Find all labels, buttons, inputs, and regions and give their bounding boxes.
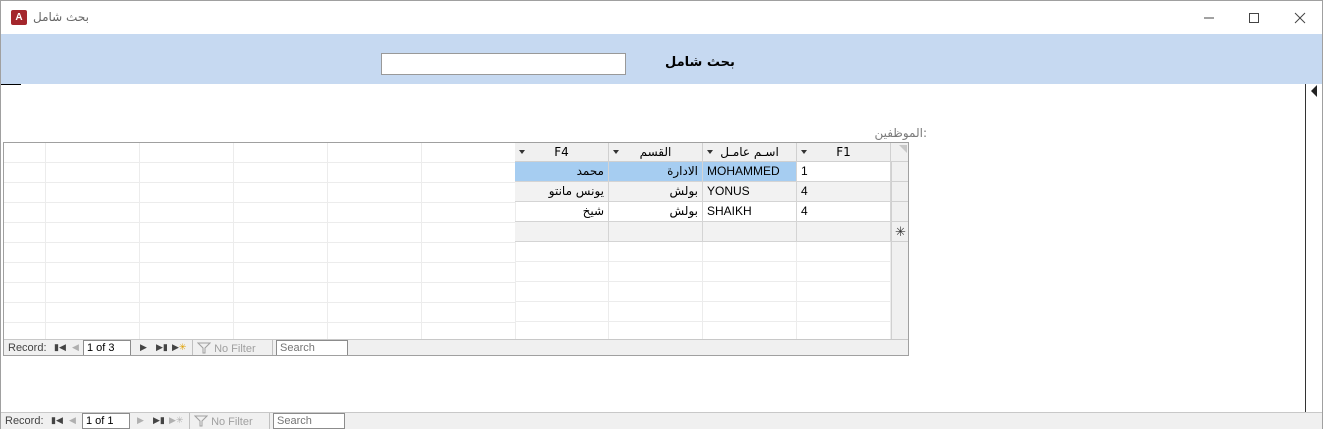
new-record-cell[interactable] [609, 222, 703, 242]
cell-employee-name[interactable]: YONUS [703, 182, 797, 202]
main-search-input[interactable] [273, 413, 345, 429]
next-record-icon[interactable]: ▶ [140, 342, 147, 353]
cell-department[interactable]: بولش [609, 182, 703, 202]
grid-line [421, 143, 422, 339]
record-label: Record: [8, 342, 47, 354]
main-record-navigation: Record: ▮◀ ◀ ▶ ▶▮ ▶✳ No Filter [1, 412, 1322, 429]
close-button[interactable] [1277, 1, 1323, 34]
column-header-f4[interactable]: F4 [515, 143, 609, 162]
grid-line [45, 143, 46, 339]
new-record-cell[interactable] [515, 222, 609, 242]
employees-subform: F1 اسـم عامـل القسم F4 1 MOHAMMED الادار… [3, 142, 909, 356]
header-divider [1, 84, 21, 85]
row-selector-column [891, 242, 908, 339]
filter-icon [193, 415, 209, 427]
cell-department[interactable]: الادارة [609, 162, 703, 182]
app-window: A بحث شامل بحث شامل الموظفين: F1 اسـم عا… [0, 0, 1323, 429]
new-record-icon[interactable]: ✳ [891, 222, 908, 242]
no-filter-label: No Filter [214, 343, 256, 355]
record-position-input[interactable] [82, 413, 130, 429]
nav-separator [269, 413, 270, 429]
cell-f1[interactable]: 1 [797, 162, 891, 182]
cell-f1[interactable]: 4 [797, 182, 891, 202]
column-header-label: F4 [554, 145, 569, 159]
maximize-icon [1249, 12, 1259, 23]
access-app-icon[interactable]: A [11, 10, 27, 25]
grid-line [4, 162, 516, 163]
subform-search-input[interactable] [276, 340, 348, 355]
no-filter-button[interactable]: No Filter [196, 342, 256, 355]
grid-line [4, 282, 516, 283]
cell-f1[interactable]: 4 [797, 202, 891, 222]
new-record-nav-icon[interactable]: ▶✳ [172, 342, 186, 353]
row-selector[interactable] [891, 202, 908, 222]
column-header-employee-name[interactable]: اسـم عامـل [703, 143, 797, 162]
cell-f4[interactable]: يونس مانتو [515, 182, 609, 202]
minimize-button[interactable] [1186, 1, 1232, 34]
grid-line [4, 222, 516, 223]
maximize-button[interactable] [1231, 1, 1277, 34]
grid-line [4, 322, 516, 323]
title-bar: A بحث شامل [1, 1, 1322, 34]
next-record-icon[interactable]: ▶ [137, 415, 144, 426]
close-icon [1294, 12, 1306, 23]
grid-line [139, 143, 140, 339]
grid-line [4, 242, 516, 243]
column-header-f1[interactable]: F1 [797, 143, 891, 162]
global-search-label: بحث شامل [665, 55, 735, 70]
cell-f4[interactable]: محمد [515, 162, 609, 182]
empty-rows-area [515, 242, 891, 339]
column-header-department[interactable]: القسم [609, 143, 703, 162]
filter-icon [196, 342, 212, 354]
new-record-cell[interactable] [797, 222, 891, 242]
cell-employee-name[interactable]: SHAIKH [703, 202, 797, 222]
nav-separator [192, 340, 193, 355]
last-record-icon[interactable]: ▶▮ [153, 415, 165, 426]
employees-subform-label: الموظفين: [874, 126, 927, 140]
first-record-icon[interactable]: ▮◀ [54, 342, 66, 353]
no-filter-label: No Filter [211, 416, 253, 428]
no-filter-button[interactable]: No Filter [193, 415, 253, 428]
subform-record-navigation: Record: ▮◀ ◀ ▶ ▶▮ ▶✳ No Filter [4, 339, 908, 355]
new-record-nav-icon[interactable]: ▶✳ [169, 415, 183, 426]
select-all-corner[interactable] [891, 143, 908, 162]
column-header-label: F1 [836, 145, 851, 159]
first-record-icon[interactable]: ▮◀ [51, 415, 63, 426]
column-header-label: القسم [639, 145, 672, 159]
previous-record-icon[interactable]: ◀ [69, 415, 76, 426]
record-position-input[interactable] [83, 340, 131, 355]
last-record-icon[interactable]: ▶▮ [156, 342, 168, 353]
cell-f4[interactable]: شيخ [515, 202, 609, 222]
cell-department[interactable]: بولش [609, 202, 703, 222]
minimize-icon [1204, 17, 1214, 18]
grid-line [233, 143, 234, 339]
previous-record-icon[interactable]: ◀ [72, 342, 79, 353]
new-record-cell[interactable] [703, 222, 797, 242]
row-selector[interactable] [891, 162, 908, 182]
grid-line [4, 202, 516, 203]
nav-separator [189, 413, 190, 429]
form-right-border [1305, 84, 1306, 412]
grid-line [327, 143, 328, 339]
corner-triangle-icon [899, 145, 907, 153]
grid-line [4, 262, 516, 263]
global-search-input[interactable] [381, 53, 626, 75]
grid-line [4, 302, 516, 303]
column-header-label: اسـم عامـل [720, 145, 779, 159]
cell-employee-name[interactable]: MOHAMMED [703, 162, 797, 182]
nav-separator [272, 340, 273, 355]
record-label: Record: [5, 415, 44, 427]
window-title: بحث شامل [33, 10, 89, 24]
row-selector[interactable] [891, 182, 908, 202]
form-header: بحث شامل [1, 34, 1322, 84]
grid-line [4, 182, 516, 183]
expand-arrow-icon[interactable] [1311, 85, 1317, 97]
